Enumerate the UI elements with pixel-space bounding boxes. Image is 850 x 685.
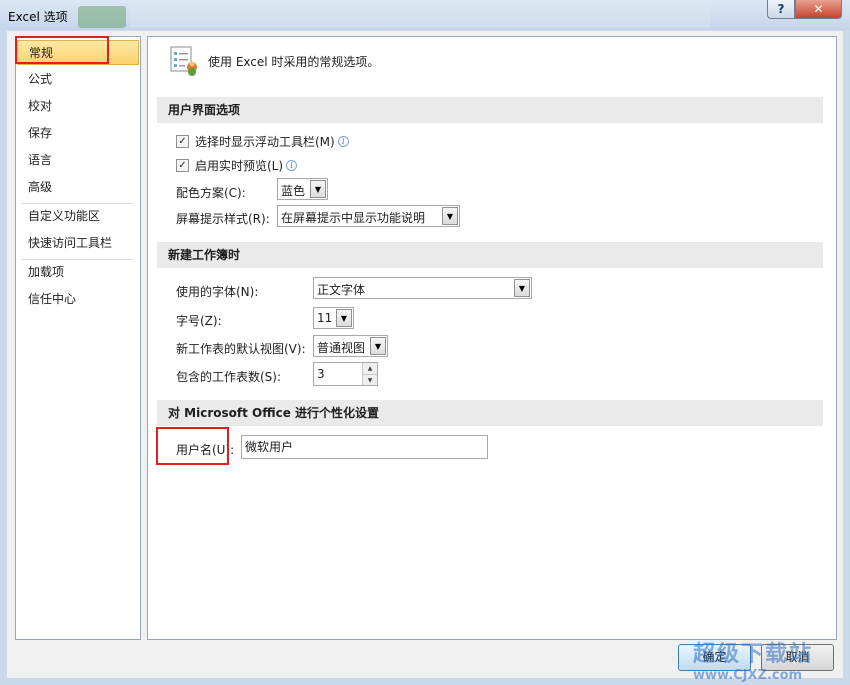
show-mini-toolbar-label: 选择时显示浮动工具栏(M) bbox=[195, 135, 335, 149]
sheet-count-label: 包含的工作表数(S): bbox=[176, 370, 282, 384]
close-icon: ✕ bbox=[813, 2, 824, 16]
font-value: 正文字体 bbox=[317, 283, 366, 297]
chevron-down-icon: ▼ bbox=[370, 337, 386, 355]
color-scheme-label: 配色方案(C): bbox=[176, 186, 246, 200]
sheet-count-value: 3 bbox=[317, 367, 325, 381]
spin-up-icon[interactable]: ▲ bbox=[362, 363, 377, 374]
sidebar-item-add-ins[interactable]: 加载项 bbox=[17, 260, 139, 285]
sidebar-item-customize-ribbon[interactable]: 自定义功能区 bbox=[17, 204, 139, 229]
title-bar: Excel 选项 ? ✕ bbox=[0, 0, 850, 30]
color-scheme-value: 蓝色 bbox=[281, 184, 306, 198]
sidebar-item-quick-access-toolbar[interactable]: 快速访问工具栏 bbox=[17, 231, 139, 256]
color-scheme-dropdown[interactable]: 蓝色 ▼ bbox=[277, 178, 328, 200]
spin-down-icon[interactable]: ▼ bbox=[362, 374, 377, 385]
default-view-label: 新工作表的默认视图(V): bbox=[176, 342, 306, 356]
sidebar-item-language[interactable]: 语言 bbox=[17, 148, 139, 173]
default-view-dropdown[interactable]: 普通视图 ▼ bbox=[313, 335, 388, 357]
sidebar-item-save[interactable]: 保存 bbox=[17, 121, 139, 146]
chevron-down-icon: ▼ bbox=[442, 207, 458, 225]
font-label: 使用的字体(N): bbox=[176, 285, 259, 299]
screentip-style-dropdown[interactable]: 在屏幕提示中显示功能说明 ▼ bbox=[277, 205, 460, 227]
live-preview-checkbox[interactable]: ✓ bbox=[176, 159, 189, 172]
font-dropdown[interactable]: 正文字体 ▼ bbox=[313, 277, 532, 299]
show-mini-toolbar-option[interactable]: ✓ 选择时显示浮动工具栏(M) i bbox=[176, 133, 349, 150]
chevron-down-icon: ▼ bbox=[514, 279, 530, 297]
general-options-panel: 使用 Excel 时采用的常规选项。 用户界面选项 ✓ 选择时显示浮动工具栏(M… bbox=[147, 36, 837, 640]
username-input[interactable]: 微软用户 bbox=[241, 435, 488, 459]
live-preview-option[interactable]: ✓ 启用实时预览(L) i bbox=[176, 157, 298, 174]
info-icon: i bbox=[286, 160, 298, 171]
font-size-value: 11 bbox=[317, 311, 333, 325]
screentip-style-value: 在屏幕提示中显示功能说明 bbox=[281, 211, 426, 225]
section-new-workbook: 新建工作簿时 bbox=[157, 242, 823, 268]
panel-description: 使用 Excel 时采用的常规选项。 bbox=[208, 55, 380, 69]
sheet-count-stepper[interactable]: 3 ▲ ▼ bbox=[313, 362, 378, 386]
watermark-title: 超级下载站 bbox=[693, 642, 814, 667]
site-watermark: 超级下载站 www.CJXZ.com bbox=[693, 636, 843, 683]
sidebar-item-advanced[interactable]: 高级 bbox=[17, 175, 139, 200]
background-ribbon-ghost bbox=[78, 6, 126, 28]
sidebar-item-proofing[interactable]: 校对 bbox=[17, 94, 139, 119]
section-ui-options: 用户界面选项 bbox=[157, 97, 823, 123]
sidebar-item-formulas[interactable]: 公式 bbox=[17, 67, 139, 92]
general-options-icon bbox=[170, 46, 197, 76]
options-sidebar: 常规 公式 校对 保存 语言 高级 自定义功能区 快速访问工具栏 加载项 信任中… bbox=[15, 36, 141, 640]
excel-options-dialog: 常规 公式 校对 保存 语言 高级 自定义功能区 快速访问工具栏 加载项 信任中… bbox=[7, 31, 843, 678]
info-icon: i bbox=[337, 136, 349, 147]
font-size-dropdown[interactable]: 11 ▼ bbox=[313, 307, 354, 329]
window-title: Excel 选项 bbox=[8, 10, 68, 24]
live-preview-label: 启用实时预览(L) bbox=[195, 159, 284, 173]
screentip-style-label: 屏幕提示样式(R): bbox=[176, 212, 270, 226]
help-icon: ? bbox=[777, 2, 785, 16]
help-button[interactable]: ? bbox=[767, 0, 795, 19]
font-size-label: 字号(Z): bbox=[176, 314, 222, 328]
sidebar-item-trust-center[interactable]: 信任中心 bbox=[17, 287, 139, 312]
chevron-down-icon: ▼ bbox=[310, 180, 326, 198]
close-button[interactable]: ✕ bbox=[795, 0, 842, 19]
highlight-box-general bbox=[15, 36, 109, 64]
default-view-value: 普通视图 bbox=[317, 341, 366, 355]
chevron-down-icon: ▼ bbox=[336, 309, 352, 327]
background-ribbon-ghost bbox=[130, 6, 710, 28]
highlight-box-username bbox=[156, 427, 229, 465]
show-mini-toolbar-checkbox[interactable]: ✓ bbox=[176, 135, 189, 148]
watermark-url: www.CJXZ.com bbox=[693, 668, 803, 683]
section-personalize-office: 对 Microsoft Office 进行个性化设置 bbox=[157, 400, 823, 426]
